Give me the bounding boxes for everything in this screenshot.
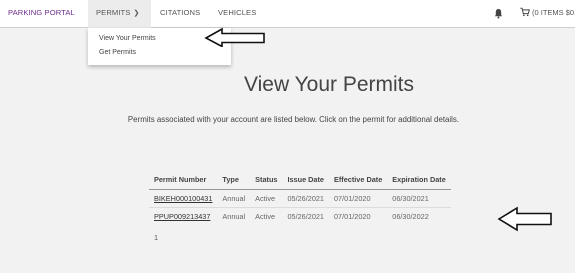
arrow-left-icon xyxy=(204,27,265,47)
brand-link[interactable]: PARKING PORTAL xyxy=(8,0,75,27)
permit-number-link[interactable]: PPUP009213437 xyxy=(149,208,217,226)
cart-summary: (0 ITEMS $0.00) xyxy=(532,8,575,17)
permit-number-link[interactable]: BIKEH000100431 xyxy=(149,189,218,208)
table-cell: Active xyxy=(255,212,276,222)
nav-permits-menu[interactable]: PERMITS ❯ xyxy=(88,0,151,28)
table-cell: 07/01/2020 xyxy=(334,212,371,222)
dropdown-item-view-permits[interactable]: View Your Permits xyxy=(99,35,156,42)
bell-icon[interactable] xyxy=(494,8,503,19)
pagination-page[interactable]: 1 xyxy=(154,233,158,242)
column-header: Issue Date xyxy=(282,172,329,190)
table-cell: 06/30/2022 xyxy=(392,212,429,222)
top-navbar: PARKING PORTAL PERMITS ❯ CITATIONS VEHICL… xyxy=(0,0,575,28)
cart-icon xyxy=(520,7,530,17)
table-header-row: Permit Number Type Status Issue Date Eff… xyxy=(149,172,451,190)
arrow-left-icon xyxy=(497,206,552,232)
nav-citations[interactable]: CITATIONS xyxy=(160,0,200,27)
column-header: Expiration Date xyxy=(387,172,451,190)
table-cell: Annual xyxy=(222,212,246,222)
column-header: Type xyxy=(217,172,251,190)
permits-table: Permit Number Type Status Issue Date Eff… xyxy=(149,172,451,226)
nav-vehicles[interactable]: VEHICLES xyxy=(218,0,256,27)
column-header: Effective Date xyxy=(329,172,388,190)
table-cell: 07/01/2020 xyxy=(329,189,388,208)
page-intro: Permits associated with your account are… xyxy=(127,115,460,124)
cart-link[interactable]: (0 ITEMS $0.00) xyxy=(520,0,575,27)
chevron-down-icon: ❯ xyxy=(133,10,140,17)
table-cell: 05/26/2021 xyxy=(282,189,329,208)
page-title: View Your Permits xyxy=(243,73,415,96)
table-cell: 05/26/2021 xyxy=(287,212,324,222)
column-header: Status xyxy=(250,172,283,190)
table-row[interactable]: BIKEH000100431 Annual Active 05/26/2021 … xyxy=(149,189,451,208)
dropdown-item-get-permits[interactable]: Get Permits xyxy=(99,49,136,56)
table-cell: Annual xyxy=(217,189,251,208)
table-cell: 06/30/2021 xyxy=(387,189,451,208)
nav-permits-label: PERMITS xyxy=(96,8,131,17)
column-header: Permit Number xyxy=(149,172,218,190)
table-cell: Active xyxy=(250,189,283,208)
table-row[interactable]: PPUP009213437 Annual Active 05/26/2021 0… xyxy=(149,208,451,226)
